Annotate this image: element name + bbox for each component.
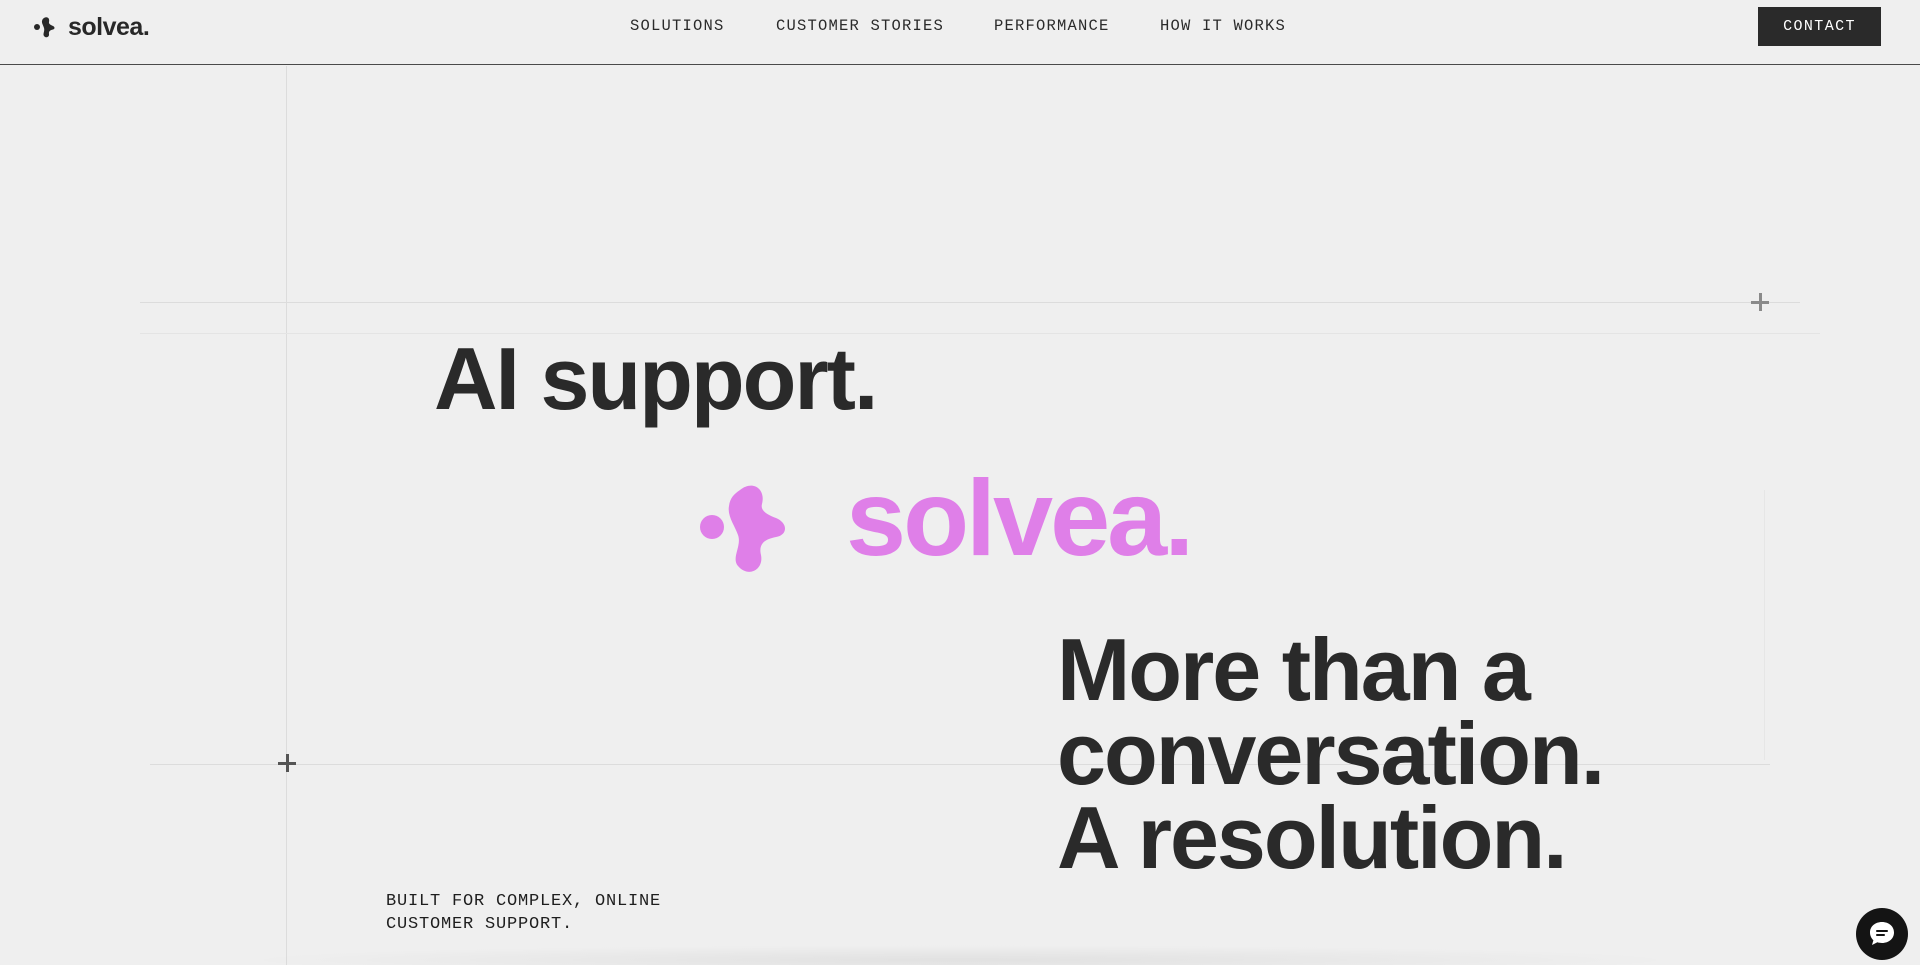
brand-logo-icon <box>34 17 55 38</box>
nav-performance[interactable]: PERFORMANCE <box>994 17 1110 35</box>
headline-line: conversation. <box>1057 704 1605 803</box>
contact-button[interactable]: CONTACT <box>1758 7 1881 46</box>
plus-icon <box>1751 293 1769 311</box>
tagline-line: BUILT FOR COMPLEX, ONLINE <box>386 892 662 911</box>
hero-tagline: BUILT FOR COMPLEX, ONLINE CUSTOMER SUPPO… <box>386 890 661 936</box>
headline-line: A resolution. <box>1057 788 1568 887</box>
tagline-line: CUSTOMER SUPPORT. <box>386 915 574 934</box>
chat-widget-button[interactable] <box>1856 908 1908 960</box>
grid-line-vertical-right <box>1764 490 1765 760</box>
nav-solutions[interactable]: SOLUTIONS <box>630 17 725 35</box>
grid-line-vertical <box>286 66 287 965</box>
plus-icon <box>278 754 296 772</box>
headline-line: More than a <box>1057 620 1531 719</box>
nav-customer-stories[interactable]: CUSTOMER STORIES <box>776 17 944 35</box>
hero-headline-main: More than a conversation. A resolution. <box>1057 620 1605 887</box>
chat-bubble-icon <box>1870 922 1894 945</box>
site-header: solvea. SOLUTIONS CUSTOMER STORIES PERFO… <box>0 0 1920 65</box>
brand-name: solvea. <box>68 12 150 41</box>
hero-headline-top: AI support. <box>434 329 878 428</box>
solvea-logo-icon <box>700 485 785 572</box>
card-edge-shadow <box>230 945 1690 965</box>
hero-logo: solvea. <box>700 464 1194 576</box>
brand-logo-link[interactable]: solvea. <box>34 12 150 41</box>
grid-line-horizontal-top <box>140 302 1800 303</box>
page: solvea. SOLUTIONS CUSTOMER STORIES PERFO… <box>0 0 1920 965</box>
grid-line-horizontal-top-2 <box>140 333 1820 334</box>
hero-logo-text: solvea. <box>846 457 1194 578</box>
nav-how-it-works[interactable]: HOW IT WORKS <box>1160 17 1286 35</box>
